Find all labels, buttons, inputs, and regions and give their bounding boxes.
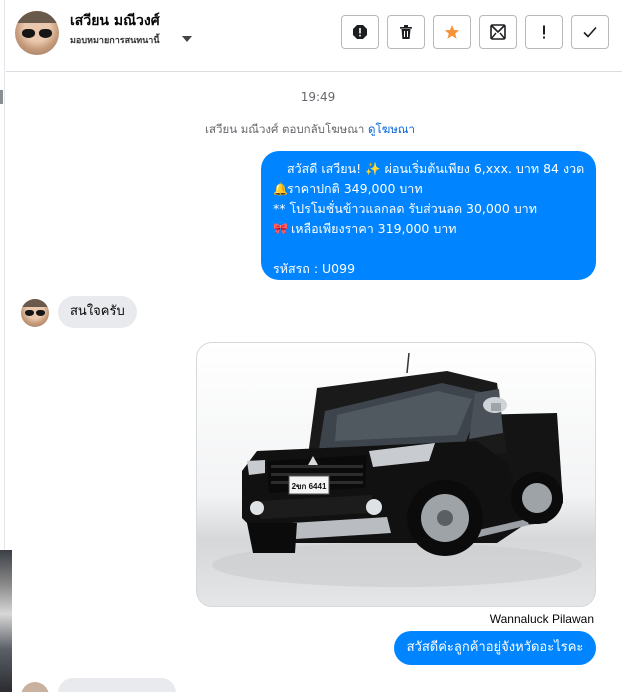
- sender-name: Wannaluck Pilawan: [489, 612, 594, 626]
- avatar-glasses-right: [39, 29, 52, 38]
- license-plate-text: 2ขก 6441: [292, 482, 327, 491]
- line-text: ราคาปกติ 349,000 บาท: [287, 180, 423, 196]
- line-text: ** โปรโมชั่นข้าวแลกลด รับส่วนลด 30,000 บ…: [273, 201, 537, 216]
- contact-name[interactable]: เสวียน มณีวงศ์: [70, 10, 160, 32]
- message-line: 🎀 เหลือเพียงราคา 319,000 บาท: [273, 219, 586, 240]
- contact-avatar-small[interactable]: [21, 299, 49, 327]
- outgoing-ad-message[interactable]: สวัสดี เสวียน! ✨ ผ่อนเริ่มต้นเพียง 6,xxx…: [261, 151, 596, 280]
- line-text: เหลือเพียงราคา 319,000 บาท: [287, 220, 457, 236]
- incoming-message[interactable]: [58, 678, 176, 692]
- mark-important-button[interactable]: [525, 15, 563, 49]
- left-panel-thumbnail: [0, 550, 12, 692]
- checkmark-icon: [583, 26, 597, 38]
- contact-avatar-small[interactable]: [21, 682, 49, 692]
- message-line: 🔔ราคาปกติ 349,000 บาท: [273, 179, 586, 200]
- messenger-conversation-view: เสวียน มณีวงศ์ มอบหมายการสนทนานี้ 19:49 …: [0, 0, 622, 692]
- chevron-down-icon[interactable]: [182, 36, 192, 42]
- header-action-toolbar: [341, 15, 609, 49]
- message-timestamp: 19:49: [300, 90, 336, 104]
- ad-reply-text: เสวียน มณีวงศ์ ตอบกลับโฆษณา: [205, 122, 369, 136]
- message-line: รหัสรถ : U099: [273, 259, 586, 279]
- pickup-truck-image: 2ขก 6441: [212, 352, 582, 587]
- exclamation-icon: [543, 25, 545, 39]
- avatar-glasses-right: [36, 310, 45, 316]
- mark-done-button[interactable]: [571, 15, 609, 49]
- avatar-glasses-left: [22, 29, 35, 38]
- conversation-header: เสวียน มณีวงศ์ มอบหมายการสนทนานี้: [6, 0, 622, 72]
- contact-avatar[interactable]: [15, 11, 59, 55]
- archive-icon: [490, 24, 506, 40]
- view-ad-link[interactable]: ดูโฆษณา: [368, 122, 415, 136]
- ribbon-icon: 🎀: [273, 221, 288, 236]
- scroll-indicator[interactable]: [0, 90, 3, 104]
- delete-button[interactable]: [387, 15, 425, 49]
- avatar-hair: [21, 299, 49, 307]
- star-button[interactable]: [433, 15, 471, 49]
- report-button[interactable]: [341, 15, 379, 49]
- ad-reply-note: เสวียน มณีวงศ์ ตอบกลับโฆษณา ดูโฆษณา: [150, 121, 470, 139]
- trash-icon: [400, 25, 412, 39]
- message-line-blank: [273, 239, 586, 259]
- truck-photo[interactable]: 2ขก 6441: [196, 342, 596, 607]
- outgoing-reply-message[interactable]: สวัสดีค่ะลูกค้าอยู่จังหวัดอะไรคะ: [394, 631, 596, 665]
- avatar-hair: [15, 11, 59, 23]
- incoming-message[interactable]: สนใจครับ: [58, 296, 137, 328]
- archive-button[interactable]: [479, 15, 517, 49]
- line-text: รหัสรถ : U099: [273, 260, 356, 276]
- line-text: สวัสดี เสวียน! ✨ ผ่อนเริ่มต้นเพียง 6,xxx…: [287, 161, 585, 176]
- message-line: สวัสดี เสวียน! ✨ ผ่อนเริ่มต้นเพียง 6,xxx…: [273, 159, 586, 179]
- report-icon: [353, 25, 367, 39]
- assign-conversation-label[interactable]: มอบหมายการสนทนานี้: [70, 33, 160, 47]
- message-line: ** โปรโมชั่นข้าวแลกลด รับส่วนลด 30,000 บ…: [273, 199, 586, 219]
- star-icon: [444, 25, 460, 39]
- avatar-glasses-left: [25, 310, 34, 316]
- bell-icon: 🔔: [273, 181, 288, 196]
